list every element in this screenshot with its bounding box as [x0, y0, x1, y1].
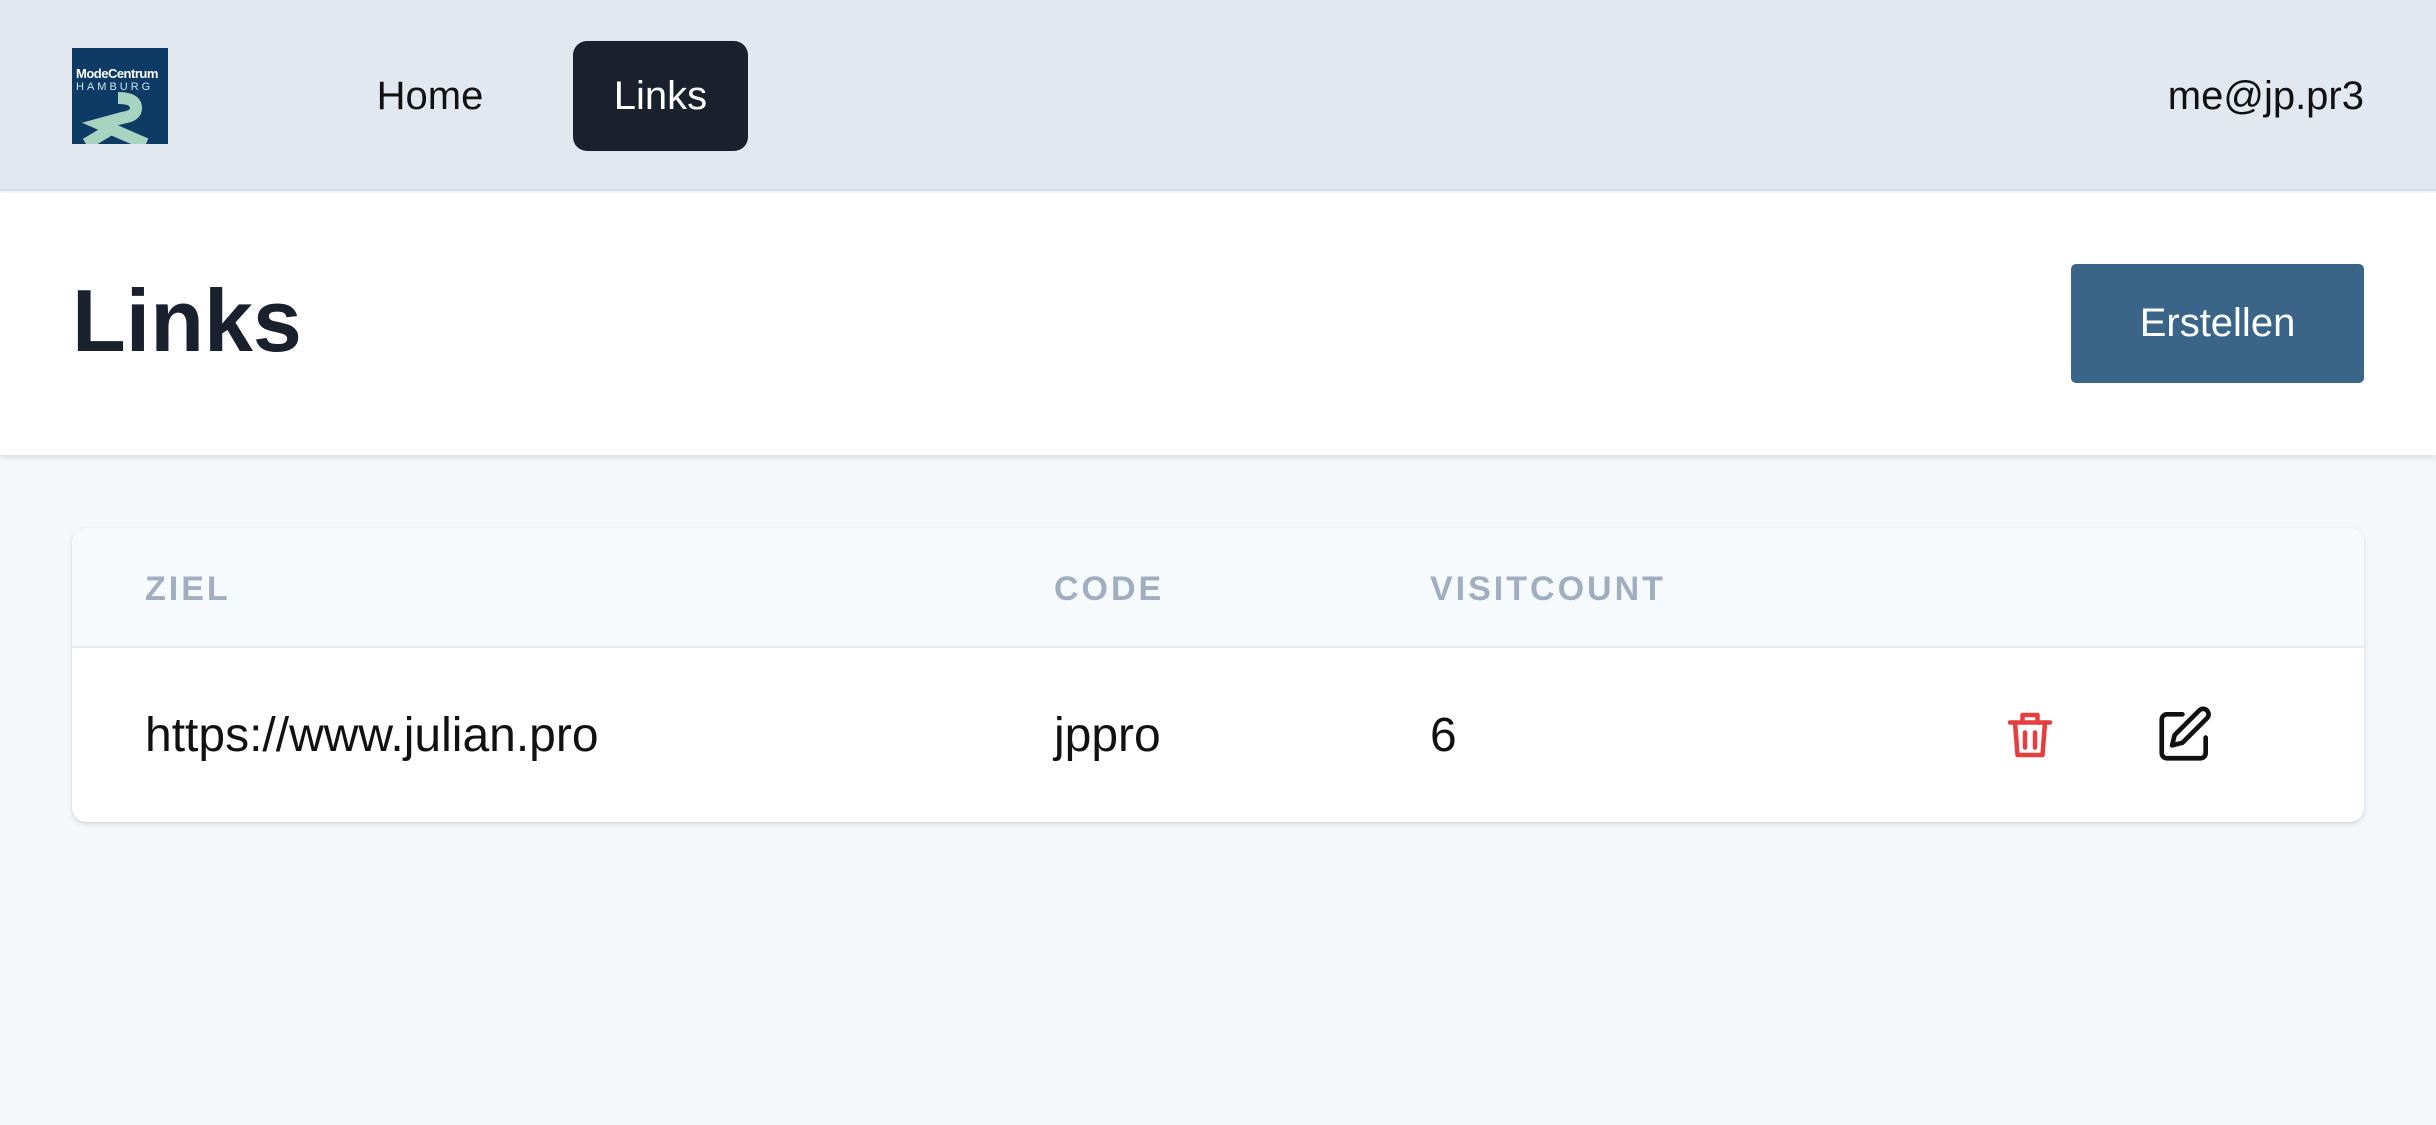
cell-ziel[interactable]: https://www.julian.pro — [145, 708, 599, 764]
edit-icon[interactable] — [2150, 700, 2220, 770]
user-email[interactable]: me@jp.pr3 — [2168, 66, 2364, 126]
cell-code: jppro — [1054, 709, 1161, 762]
column-header-visitcount: VISITCOUNT — [1430, 570, 1666, 608]
brand-logo[interactable]: ModeCentrum HAMBURG — [72, 48, 168, 144]
nav-item-home[interactable]: Home — [348, 41, 512, 151]
links-table: ZIEL CODE VISITCOUNT https://www.julian.… — [72, 528, 2364, 822]
page-title: Links — [72, 271, 302, 370]
column-header-code: CODE — [1054, 570, 1165, 608]
trash-icon[interactable] — [1995, 700, 2065, 770]
nav-item-links[interactable]: Links — [573, 41, 748, 151]
hanger-logo-mark — [81, 92, 149, 144]
table-row: https://www.julian.pro jppro 6 — [72, 650, 2364, 820]
table-header: ZIEL CODE VISITCOUNT — [72, 528, 2364, 648]
column-header-ziel: ZIEL — [145, 570, 231, 608]
create-button[interactable]: Erstellen — [2071, 264, 2364, 383]
page-header: Links Erstellen — [0, 193, 2436, 455]
top-navigation-bar: ModeCentrum HAMBURG Home Links me@jp.pr3 — [0, 0, 2436, 191]
cell-visitcount: 6 — [1430, 709, 1457, 762]
